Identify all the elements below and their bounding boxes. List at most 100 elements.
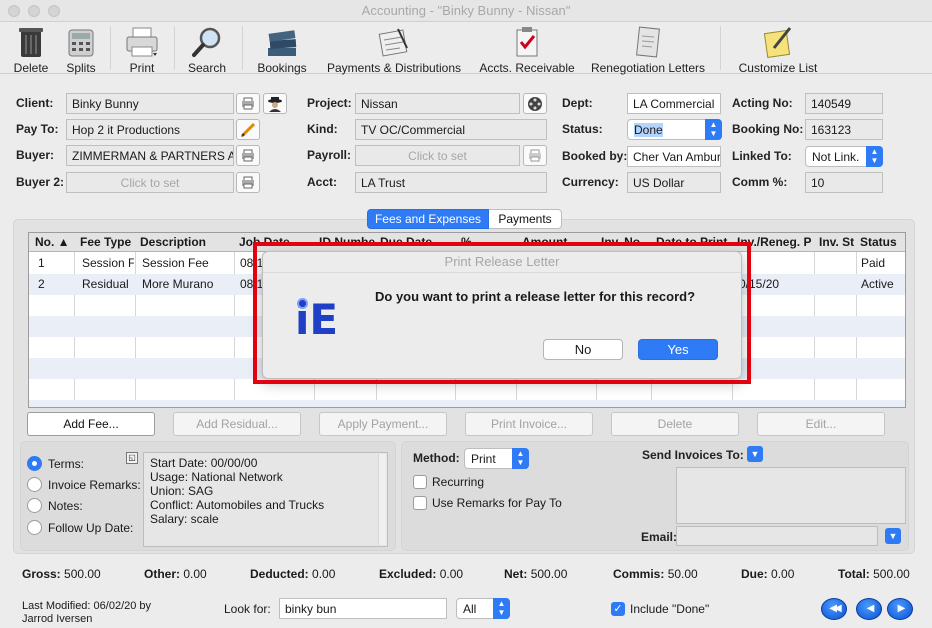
email-field[interactable] — [676, 526, 878, 546]
printer-icon — [242, 176, 254, 189]
terms-line: Conflict: Automobiles and Trucks — [150, 498, 325, 512]
client-print-button[interactable] — [236, 93, 260, 114]
buyer-field[interactable]: ZIMMERMAN & PARTNERS ADV — [66, 145, 234, 166]
terms-line: Salary: scale — [150, 512, 219, 526]
recurring-checkbox[interactable] — [413, 475, 427, 489]
column-header[interactable]: Fee Type — [80, 235, 134, 249]
column-header[interactable]: Inv. St — [819, 235, 855, 249]
buyer2-field[interactable]: Click to set — [66, 172, 234, 193]
next-record-button[interactable]: ▶ — [887, 598, 913, 620]
client-field[interactable]: Binky Bunny — [66, 93, 234, 114]
email-label: Email: — [641, 530, 678, 544]
bookedby-field[interactable]: Cher Van Ambur — [627, 146, 721, 167]
renegotiation-toolbar-button[interactable]: Renegotiation Letters — [588, 24, 708, 75]
buyer2-print-button[interactable] — [236, 172, 260, 193]
accts-receivable-toolbar-button[interactable]: Accts. Receivable — [476, 24, 578, 75]
project-field[interactable]: Nissan — [355, 93, 520, 114]
payto-edit-button[interactable] — [236, 119, 260, 140]
notes-radio[interactable] — [27, 498, 42, 513]
currency-field[interactable]: US Dollar — [627, 172, 721, 193]
splits-toolbar-button[interactable]: Splits — [60, 24, 102, 75]
invoice-remarks-label: Invoice Remarks: — [48, 478, 141, 492]
column-header[interactable]: No. ▲ — [35, 235, 73, 249]
search-toolbar-label: Search — [187, 61, 227, 75]
column-header[interactable]: Description — [140, 235, 233, 249]
tab-fees-and-expenses[interactable]: Fees and Expenses — [367, 209, 489, 229]
next-icon: ▶ — [897, 603, 906, 614]
payto-field[interactable]: Hop 2 it Productions — [66, 119, 234, 140]
linked-to-label: Linked To: — [732, 149, 792, 163]
terms-radio[interactable] — [27, 456, 42, 471]
apply-payment-button[interactable]: Apply Payment... — [319, 412, 447, 436]
other-label: Other: — [144, 567, 180, 581]
magnifier-icon — [192, 27, 221, 57]
send-invoices-dropdown[interactable]: ▼ — [747, 446, 763, 462]
dept-field[interactable]: LA Commercial — [627, 93, 721, 114]
method-popup[interactable]: Print ▲ ▼ — [464, 448, 529, 469]
delete-toolbar-button[interactable]: Delete — [10, 24, 52, 75]
commis-value: 50.00 — [667, 567, 698, 581]
ledger-icon — [378, 28, 408, 57]
send-invoices-list[interactable] — [676, 467, 906, 524]
acct-label: Acct: — [307, 175, 338, 189]
film-reel-icon — [528, 96, 542, 111]
expand-icon[interactable]: ◱ — [126, 452, 138, 464]
add-residual-button[interactable]: Add Residual... — [173, 412, 301, 436]
terms-line: Union: SAG — [150, 484, 214, 498]
acting-no-field[interactable]: 140549 — [805, 93, 883, 114]
use-remarks-checkbox[interactable] — [413, 496, 427, 510]
project-label: Project: — [307, 96, 352, 110]
payroll-print-button[interactable] — [523, 145, 547, 166]
bookings-toolbar-button[interactable]: Bookings — [252, 24, 312, 75]
booking-no-field[interactable]: 163123 — [805, 119, 883, 140]
due-label: Due: — [741, 567, 768, 581]
total-value: 500.00 — [873, 567, 910, 581]
column-header[interactable]: Status — [860, 235, 905, 249]
kind-field[interactable]: TV OC/Commercial — [355, 119, 547, 140]
acct-field[interactable]: LA Trust — [355, 172, 547, 193]
invoice-remarks-radio[interactable] — [27, 477, 42, 492]
clipboard-check-icon — [516, 27, 538, 57]
customize-list-toolbar-button[interactable]: Customize List — [734, 24, 822, 75]
zoom-window-button[interactable] — [48, 5, 60, 17]
books-icon — [268, 30, 297, 56]
edit-fee-button[interactable]: Edit... — [757, 412, 885, 436]
project-reel-button[interactable] — [523, 93, 547, 114]
follow-up-date-radio[interactable] — [27, 520, 42, 535]
other-total: Other: 0.00 — [144, 567, 207, 581]
email-dropdown[interactable]: ▼ — [885, 528, 901, 544]
close-window-button[interactable] — [8, 5, 20, 17]
add-fee-button[interactable]: Add Fee... — [27, 412, 155, 436]
minimize-window-button[interactable] — [28, 5, 40, 17]
notepad-pencil-icon — [763, 27, 792, 58]
scrollbar[interactable] — [378, 454, 386, 545]
deducted-label: Deducted: — [250, 567, 309, 581]
look-for-input[interactable]: binky bun — [279, 598, 447, 619]
previous-record-button[interactable]: ◀ — [856, 598, 882, 620]
look-for-scope-popup[interactable]: All ▲ ▼ — [456, 598, 510, 619]
table-cell: Session Fee — [142, 256, 209, 270]
search-toolbar-button[interactable]: Search — [185, 24, 229, 75]
trash-icon — [19, 28, 43, 57]
include-done-label: Include "Done" — [630, 602, 710, 616]
tab-payments[interactable]: Payments — [489, 209, 562, 229]
first-record-button[interactable]: ◀◀ — [821, 598, 847, 620]
comm-field[interactable]: 10 — [805, 172, 883, 193]
client-label: Client: — [16, 96, 54, 110]
buyer2-label: Buyer 2: — [16, 175, 65, 189]
print-invoice-button[interactable]: Print Invoice... — [465, 412, 593, 436]
client-detective-button[interactable] — [263, 93, 287, 114]
include-done-checkbox[interactable]: ✓ — [611, 602, 625, 616]
linked-to-popup[interactable]: Not Link. ▲ ▼ — [805, 146, 883, 167]
deducted-value: 0.00 — [312, 567, 336, 581]
bookedby-label: Booked by: — [562, 149, 628, 163]
status-popup[interactable]: Done ▲ ▼ — [627, 119, 722, 140]
payments-toolbar-button[interactable]: Payments & Distributions — [326, 24, 462, 75]
terms-textarea[interactable]: Start Date: 00/00/00 Usage: National Net… — [143, 452, 388, 547]
buyer-print-button[interactable] — [236, 145, 260, 166]
payroll-field[interactable]: Click to set — [355, 145, 520, 166]
send-invoices-label: Send Invoices To: — [642, 448, 744, 462]
delete-fee-button[interactable]: Delete — [611, 412, 739, 436]
chevron-down-icon: ▼ — [750, 449, 760, 459]
print-toolbar-button[interactable]: Print — [120, 24, 164, 75]
